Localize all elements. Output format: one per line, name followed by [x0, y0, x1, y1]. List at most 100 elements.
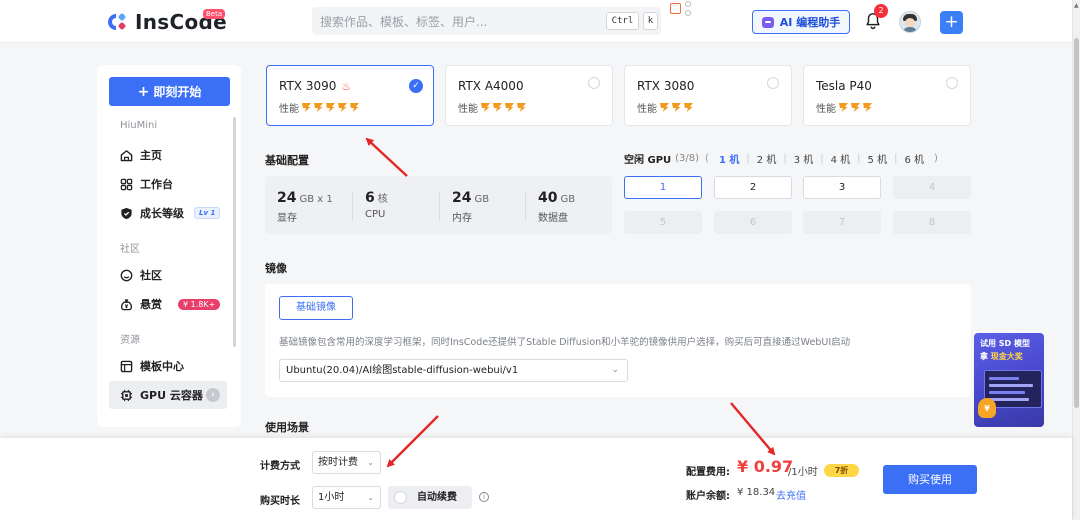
bolt-icon [863, 103, 872, 112]
sidebar-item-label: 成长等级 [140, 207, 184, 220]
duration-value: 1小时 [318, 492, 345, 503]
duration-select[interactable]: 1小时 ⌄ [312, 486, 381, 509]
machine-option-4[interactable]: 4 机 [831, 151, 851, 166]
kbd-ctrl: Ctrl [606, 12, 639, 30]
gpu-name: RTX 3080 [637, 79, 695, 93]
radio-button[interactable] [946, 77, 958, 89]
grid-icon [120, 178, 133, 190]
fire-icon: ♨ [341, 80, 352, 93]
machine-option-2[interactable]: 2 机 [757, 151, 777, 166]
mirror-title: 镜像 [265, 262, 287, 275]
gpu-count-box[interactable]: 3 [803, 176, 881, 199]
extension-icon [670, 1, 692, 19]
sidebar-scrollbar[interactable] [233, 117, 236, 347]
machine-option-1[interactable]: 1 机 [719, 151, 739, 166]
machine-option-3[interactable]: 3 机 [794, 151, 814, 166]
sidebar-item-home[interactable]: 主页 [109, 141, 227, 169]
usage-title: 使用场景 [265, 421, 309, 434]
paren: ) [934, 153, 938, 164]
gpu-count-box: 5 [624, 211, 702, 234]
gpu-card-tesla-p40[interactable]: Tesla P40 性能 [803, 65, 971, 126]
sidebar-item-label: 工作台 [140, 178, 173, 191]
start-now-label: 即刻开始 [153, 85, 202, 99]
image-select-value: Ubuntu(20.04)/AI绘图stable-diffusion-webui… [286, 365, 519, 376]
info-icon[interactable]: i [479, 492, 489, 502]
start-now-button[interactable]: + 即刻开始 [109, 77, 230, 106]
inscode-logo[interactable]: InsCode Beta [108, 9, 227, 34]
sidebar-item-workbench[interactable]: 工作台 [109, 170, 227, 198]
spec-panel: 24 GB x 1 显存 6核 CPU 24 GB 内存 40 GB 数据盘 [265, 176, 612, 234]
radio-button[interactable] [588, 77, 600, 89]
sidebar-item-label: 社区 [140, 269, 162, 282]
auto-renew-label: 自动续费 [417, 492, 457, 503]
gpu-card-rtx-a4000[interactable]: RTX A4000 性能 [445, 65, 613, 126]
bolt-icon [660, 103, 669, 112]
logo-mark-icon [108, 11, 130, 33]
robot-icon [761, 16, 774, 28]
section-resources: 资源 [120, 335, 140, 346]
chevron-right-icon[interactable]: › [206, 388, 220, 402]
chip-icon [120, 389, 133, 401]
scrollbar-thumb[interactable] [1074, 38, 1079, 408]
search-input[interactable]: 搜索作品、模板、标签、用户... Ctrl k [312, 7, 661, 35]
home-icon [120, 149, 133, 161]
perf-label: 性能 [458, 104, 478, 115]
promo-line-1: 试用 SD 模型 [980, 339, 1030, 348]
create-button[interactable]: + [940, 11, 963, 34]
gpu-count-box: 8 [893, 211, 971, 234]
machine-option-6[interactable]: 6 机 [904, 151, 924, 166]
perf-label: 性能 [816, 104, 836, 115]
ai-assistant-button[interactable]: AI 编程助手 [752, 10, 850, 34]
sidebar-item-bounty[interactable]: 悬赏 ¥ 1.8K+ [109, 290, 227, 318]
sidebar-item-label: GPU 云容器 [140, 389, 203, 402]
mirror-description: 基础镜像包含常用的深度学习框架，同时InsCode还提供了Stable Diff… [279, 337, 851, 348]
bolt-icon [302, 103, 311, 112]
sidebar-item-gpu-container[interactable]: GPU 云容器 › [109, 381, 227, 409]
radio-button[interactable] [767, 77, 779, 89]
sidebar-item-growth-level[interactable]: 成长等级 Lv 1 [109, 199, 227, 227]
gpu-card-rtx-3090[interactable]: RTX 3090 ♨ 性能 ✓ [266, 65, 434, 126]
gpu-count-box: 4 [893, 176, 971, 199]
gpu-card-rtx-3080[interactable]: RTX 3080 性能 [624, 65, 792, 126]
gpu-count-box: 7 [803, 211, 881, 234]
mirror-panel: 基础镜像 基础镜像包含常用的深度学习框架，同时InsCode还提供了Stable… [265, 284, 971, 397]
gpu-count-box[interactable]: 1 [624, 176, 702, 199]
section-hiumini: HiuMini [120, 120, 158, 131]
notification-badge: 2 [874, 4, 888, 18]
smile-icon [120, 269, 133, 281]
perf-label: 性能 [637, 104, 657, 115]
sidebar-item-community[interactable]: 社区 [109, 261, 227, 289]
image-select[interactable]: Ubuntu(20.04)/AI绘图stable-diffusion-webui… [279, 359, 628, 382]
spec-disk: 40 GB 数据盘 [538, 190, 576, 224]
sidebar-item-template-center[interactable]: 模板中心 [109, 352, 227, 380]
toggle-knob [394, 491, 407, 504]
auto-renew-toggle[interactable]: 自动续费 [388, 486, 472, 509]
bolt-icon [839, 103, 848, 112]
gpu-name: Tesla P40 [816, 79, 872, 93]
chevron-down-icon: ⌄ [367, 458, 374, 467]
buy-button[interactable]: 购买使用 [883, 465, 977, 494]
recharge-link[interactable]: 去充值 [776, 487, 806, 502]
bolt-icon [493, 103, 502, 112]
perf-label: 性能 [279, 104, 299, 115]
bolt-icon [350, 103, 359, 112]
tab-basic-image[interactable]: 基础镜像 [279, 296, 353, 320]
chevron-down-icon: ⌄ [611, 365, 619, 375]
bolt-icon [338, 103, 347, 112]
fee-label: 配置费用: [686, 467, 730, 478]
spec-cpu: 6核 CPU [365, 190, 388, 220]
gpu-count-box[interactable]: 2 [714, 176, 792, 199]
bolt-icon [684, 103, 693, 112]
free-gpu-title: 空闲 GPU [624, 155, 672, 166]
fee-value: ¥ 0.97 [737, 457, 794, 476]
billing-method-select[interactable]: 按时计费 ⌄ [312, 451, 381, 474]
sd-promo-banner[interactable]: 试用 SD 模型 拿 现金大奖 ¥ [974, 333, 1044, 427]
avatar[interactable] [899, 11, 921, 33]
chevron-down-icon: ⌄ [367, 493, 374, 502]
bolt-icon [505, 103, 514, 112]
bolt-icon [326, 103, 335, 112]
machine-option-5[interactable]: 5 机 [868, 151, 888, 166]
gpu-count-box: 6 [714, 211, 792, 234]
ai-assistant-label: AI 编程助手 [779, 16, 841, 29]
page-scrollbar[interactable]: ▲ [1072, 0, 1080, 520]
